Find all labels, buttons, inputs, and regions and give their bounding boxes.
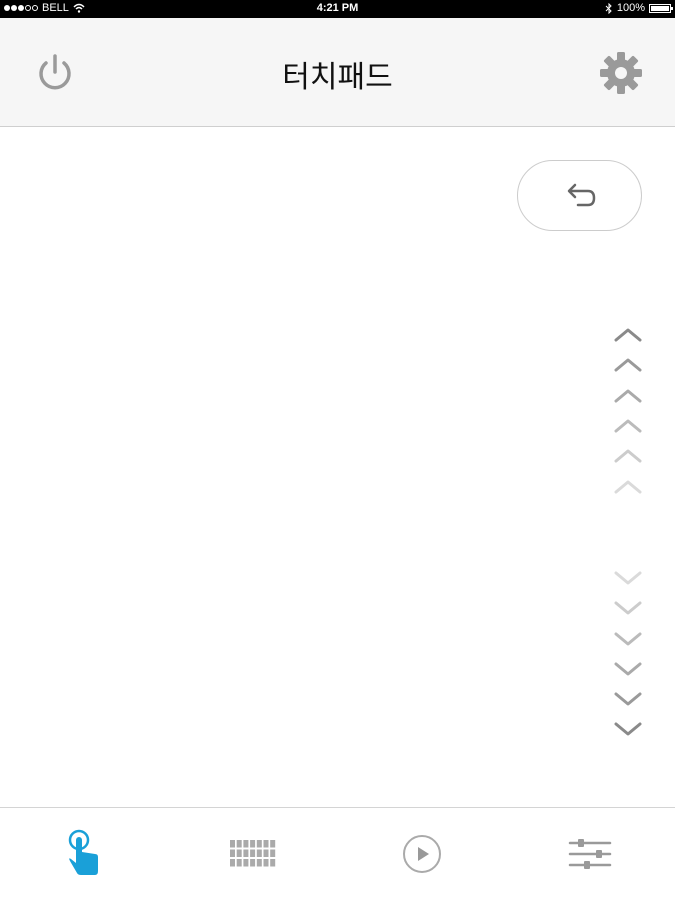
bluetooth-icon	[605, 2, 612, 14]
scroll-down-chevron-icon[interactable]	[613, 690, 643, 708]
scroll-down-chevron-icon[interactable]	[613, 660, 643, 678]
scroll-up-chevron-icon[interactable]	[613, 478, 643, 496]
keyboard-key	[256, 859, 262, 867]
battery-percent: 100%	[616, 2, 645, 14]
bottom-tab-bar	[0, 807, 675, 901]
keyboard-key	[236, 859, 242, 867]
keyboard-key	[256, 840, 262, 848]
scroll-down-chevron-icon[interactable]	[613, 569, 643, 587]
tab-touchpad[interactable]	[55, 824, 115, 884]
scroll-up-chevron-icon[interactable]	[613, 356, 643, 374]
touch-hand-icon	[68, 829, 98, 875]
keyboard-key	[243, 840, 249, 848]
keyboard-icon	[230, 840, 276, 867]
keyboard-key	[236, 840, 242, 848]
keyboard-key	[263, 859, 269, 867]
scroll-down-chevron-icon[interactable]	[613, 720, 643, 738]
scroll-down-chevron-icon[interactable]	[613, 630, 643, 648]
keyboard-key	[250, 849, 256, 857]
scroll-up-chevron-icon[interactable]	[613, 326, 643, 344]
undo-arrow-icon	[567, 183, 595, 206]
scroll-down-chevron-icon[interactable]	[613, 599, 643, 617]
tab-media[interactable]	[392, 824, 452, 884]
keyboard-key	[230, 849, 235, 857]
tab-settings[interactable]	[560, 824, 620, 884]
keyboard-key	[243, 849, 249, 857]
settings-button[interactable]	[598, 50, 644, 96]
scroll-up-chevron-icon[interactable]	[613, 447, 643, 465]
keyboard-key	[263, 849, 269, 857]
keyboard-key	[243, 859, 249, 867]
gear-icon	[600, 52, 642, 94]
keyboard-key	[230, 859, 235, 867]
header-bar: 터치패드	[0, 18, 675, 127]
keyboard-key	[263, 840, 269, 848]
back-button[interactable]	[517, 160, 642, 231]
tab-keyboard[interactable]	[223, 824, 283, 884]
scroll-up-chevron-icon[interactable]	[613, 417, 643, 435]
status-time: 4:21 PM	[316, 2, 359, 14]
battery-icon	[649, 3, 673, 13]
keyboard-key	[230, 840, 235, 848]
status-bar: BELL 4:21 PM 100%	[0, 0, 675, 18]
keyboard-key	[250, 859, 256, 867]
keyboard-key	[270, 859, 276, 867]
keyboard-key	[270, 849, 276, 857]
keyboard-key	[256, 849, 262, 857]
status-right: 100%	[605, 2, 673, 14]
keyboard-key	[236, 849, 242, 857]
keyboard-key	[270, 840, 276, 848]
page-title: 터치패드	[282, 60, 393, 95]
sliders-icon	[568, 839, 612, 869]
scroll-up-chevron-icon[interactable]	[613, 387, 643, 405]
play-circle-icon	[403, 835, 441, 873]
keyboard-key	[250, 840, 256, 848]
